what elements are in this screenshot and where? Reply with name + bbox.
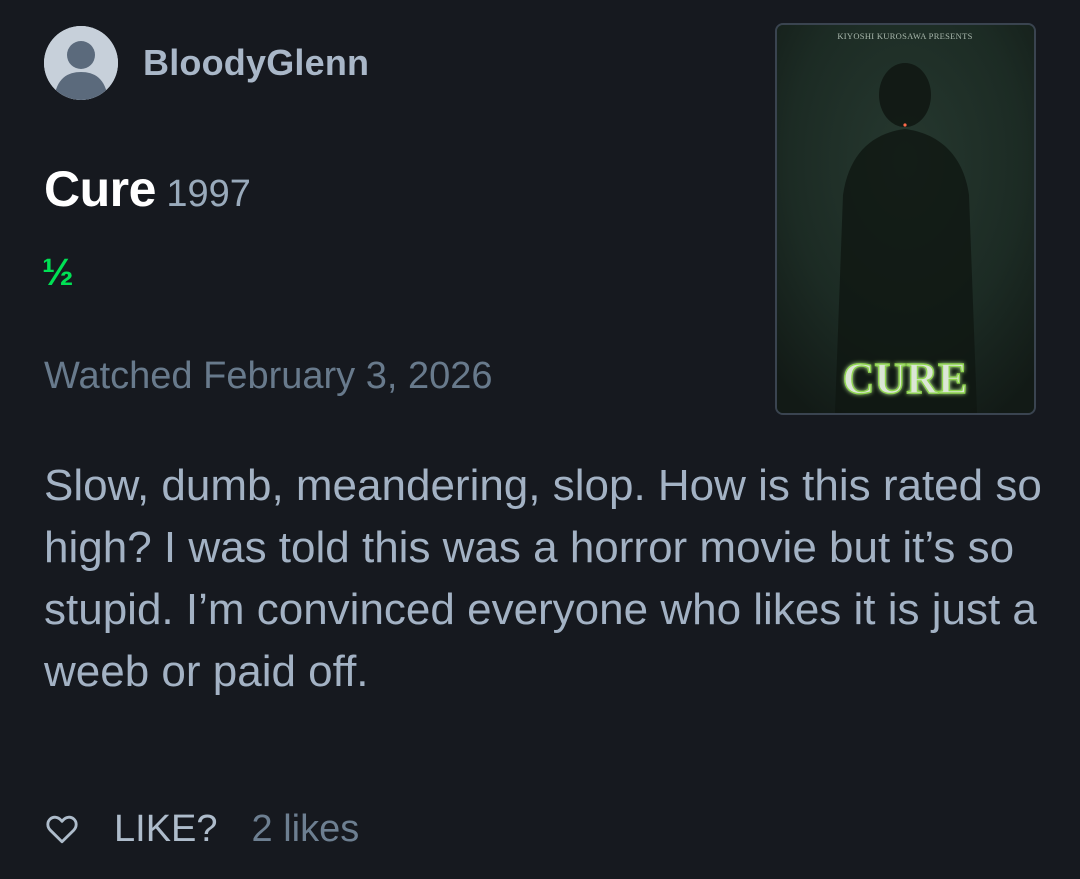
film-year[interactable]: 1997 <box>166 173 251 215</box>
poster-artwork: KIYOSHI KUROSAWA PRESENTS CURE <box>777 25 1034 413</box>
user-placeholder-icon <box>44 26 118 100</box>
star-rating: ½ <box>42 252 74 294</box>
likes-count[interactable]: 2 likes <box>252 808 360 851</box>
review-actions: LIKE? 2 likes <box>44 805 359 853</box>
film-poster[interactable]: KIYOSHI KUROSAWA PRESENTS CURE <box>775 23 1036 415</box>
poster-red-light <box>903 123 907 127</box>
avatar[interactable] <box>44 26 118 100</box>
poster-top-text: KIYOSHI KUROSAWA PRESENTS <box>837 31 972 41</box>
poster-title-text: CURE <box>843 354 968 403</box>
heart-outline-icon[interactable] <box>44 811 80 847</box>
film-title[interactable]: Cure <box>44 161 156 217</box>
film-heading: Cure 1997 <box>44 160 251 218</box>
like-button[interactable]: LIKE? <box>114 808 218 851</box>
review-text: Slow, dumb, meandering, slop. How is thi… <box>44 461 1042 696</box>
watched-date: Watched February 3, 2026 <box>44 355 493 397</box>
username[interactable]: BloodyGlenn <box>143 42 369 84</box>
